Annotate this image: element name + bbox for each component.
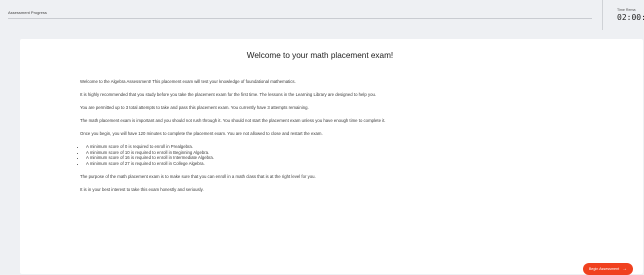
purpose-paragraph: The purpose of the math placement exam i… <box>80 173 316 179</box>
honesty-paragraph: It is in your best interest to take this… <box>80 186 204 192</box>
intro-paragraph: Welcome to the Algebra Assessment! This … <box>80 79 296 84</box>
time-limit-paragraph: Once you begin, you will have 120 minute… <box>80 130 323 136</box>
attempts-paragraph: You are permitted up to 3 total attempts… <box>80 104 309 110</box>
instructions-content: Welcome to the Algebra Assessment! This … <box>80 79 570 200</box>
list-item: A minimum score of 27 is required to enr… <box>86 161 570 167</box>
page-title: Welcome to your math placement exam! <box>246 51 394 60</box>
welcome-card: Welcome to your math placement exam! Wel… <box>20 39 643 274</box>
timer-panel: Time Rema 02:00: <box>602 0 644 30</box>
timer-value: 02:00: <box>617 13 644 22</box>
importance-paragraph: The math placement exam is important and… <box>80 117 386 123</box>
score-requirements-list: A minimum score of 0 is required to enro… <box>80 144 570 166</box>
arrow-right-icon: → <box>622 265 628 272</box>
timer-label: Time Rema <box>617 8 636 12</box>
study-paragraph: It is highly recommended that you study … <box>80 91 377 97</box>
begin-assessment-button[interactable]: Begin Assessment → <box>583 263 633 275</box>
top-bar: Assessment Progress Time Rema 02:00: <box>0 0 644 30</box>
begin-assessment-label: Begin Assessment <box>588 267 620 271</box>
assessment-progress-label: Assessment Progress <box>8 10 47 15</box>
assessment-progress-bar <box>8 18 592 19</box>
